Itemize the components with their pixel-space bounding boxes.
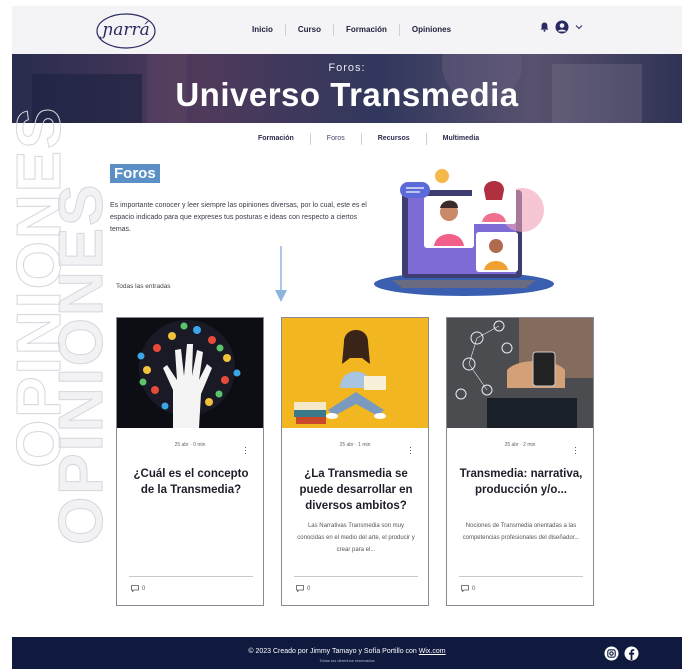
facebook-icon[interactable] — [624, 646, 639, 661]
comment-count[interactable]: 0 — [461, 585, 475, 592]
post-title[interactable]: Transmedia: narrativa, producción y/o... — [457, 466, 585, 498]
user-menu[interactable] — [540, 20, 583, 34]
nav-item-curso[interactable]: Curso — [284, 24, 333, 36]
banner-title: Universo Transmedia — [175, 76, 519, 113]
post-image — [117, 318, 263, 428]
post-excerpt: Las Narrativas Transmedia son muy conoci… — [297, 523, 415, 553]
banner-subtitle: Foros: — [328, 62, 366, 74]
footer-rights: Todos los derechos reservados — [319, 658, 375, 663]
intro-text: Es importante conocer y leer siempre las… — [110, 202, 367, 233]
card-divider — [459, 576, 583, 577]
post-card[interactable]: 25 abr · 1 min · · · ¿La Transmedia se pue… — [281, 317, 429, 606]
chevron-down-icon[interactable] — [575, 24, 583, 30]
post-image — [282, 318, 428, 428]
post-meta: 25 abr · 1 min — [339, 442, 371, 448]
comment-icon — [131, 585, 139, 592]
logo-text: ɲarrá — [102, 20, 150, 40]
section-title: Foros — [110, 164, 160, 183]
comment-count-value: 0 — [472, 585, 476, 592]
post-title[interactable]: ¿La Transmedia se puede desarrollar en d… — [292, 466, 420, 514]
post-meta: 25 abr · 2 min — [504, 442, 536, 448]
user-avatar-icon[interactable] — [555, 20, 569, 34]
card-divider — [129, 576, 253, 577]
instagram-icon[interactable] — [604, 646, 619, 661]
nav-item-inicio[interactable]: Inicio — [240, 24, 285, 36]
site-footer: © 2023 Creado por Jimmy Tamayo y Sofía P… — [12, 637, 682, 669]
comment-count[interactable]: 0 — [296, 585, 310, 592]
sub-nav: Formación Foros Recursos Multimedia — [242, 133, 495, 145]
subnav-item-recursos[interactable]: Recursos — [360, 133, 426, 145]
card-divider — [294, 576, 418, 577]
comment-icon — [296, 585, 304, 592]
post-title[interactable]: ¿Cuál es el concepto de la Transmedia? — [127, 466, 255, 498]
nav-item-formacion[interactable]: Formación — [333, 24, 399, 36]
more-options-icon[interactable]: · · · — [409, 443, 412, 458]
main-nav: Inicio Curso Formación Opiniones — [240, 24, 463, 36]
subnav-item-multimedia[interactable]: Multimedia — [425, 133, 496, 145]
social-links — [604, 646, 639, 661]
footer-copyright-text: © 2023 Creado por Jimmy Tamayo y Sofía P… — [248, 648, 417, 655]
subnav-item-formacion[interactable]: Formación — [242, 133, 310, 145]
comment-icon — [461, 585, 469, 592]
nav-item-opiniones[interactable]: Opiniones — [398, 24, 463, 36]
post-card[interactable]: 25 abr · 2 min · · · Transmedia: narrativa… — [446, 317, 594, 606]
post-meta: 25 abr · 0 min — [174, 442, 206, 448]
side-watermark-inner: OPINIONES — [47, 182, 117, 546]
logo[interactable]: ɲarrá — [95, 11, 157, 51]
comment-count[interactable]: 0 — [131, 585, 145, 592]
footer-wix-link[interactable]: Wix.com — [419, 648, 446, 655]
more-options-icon[interactable]: · · · — [574, 443, 577, 458]
more-options-icon[interactable]: · · · — [244, 443, 247, 458]
subnav-item-foros[interactable]: Foros — [309, 133, 361, 145]
site-header: ɲarrá Inicio Curso Formación Opiniones — [12, 6, 682, 54]
video-call-illustration — [374, 169, 554, 296]
comment-count-value: 0 — [142, 585, 146, 592]
down-arrow-icon — [275, 246, 287, 302]
comment-count-value: 0 — [307, 585, 311, 592]
bell-icon[interactable] — [540, 22, 549, 32]
post-card[interactable]: 25 abr · 0 min · · · ¿Cuál es el concepto … — [116, 317, 264, 606]
all-entries-link[interactable]: Todas las entradas — [116, 283, 171, 290]
post-excerpt: Nociones de Transmedia orientadas a las … — [462, 523, 580, 541]
post-image — [447, 318, 593, 428]
hero-banner: Foros: Universo Transmedia — [12, 54, 682, 123]
footer-copyright: © 2023 Creado por Jimmy Tamayo y Sofía P… — [12, 648, 682, 655]
